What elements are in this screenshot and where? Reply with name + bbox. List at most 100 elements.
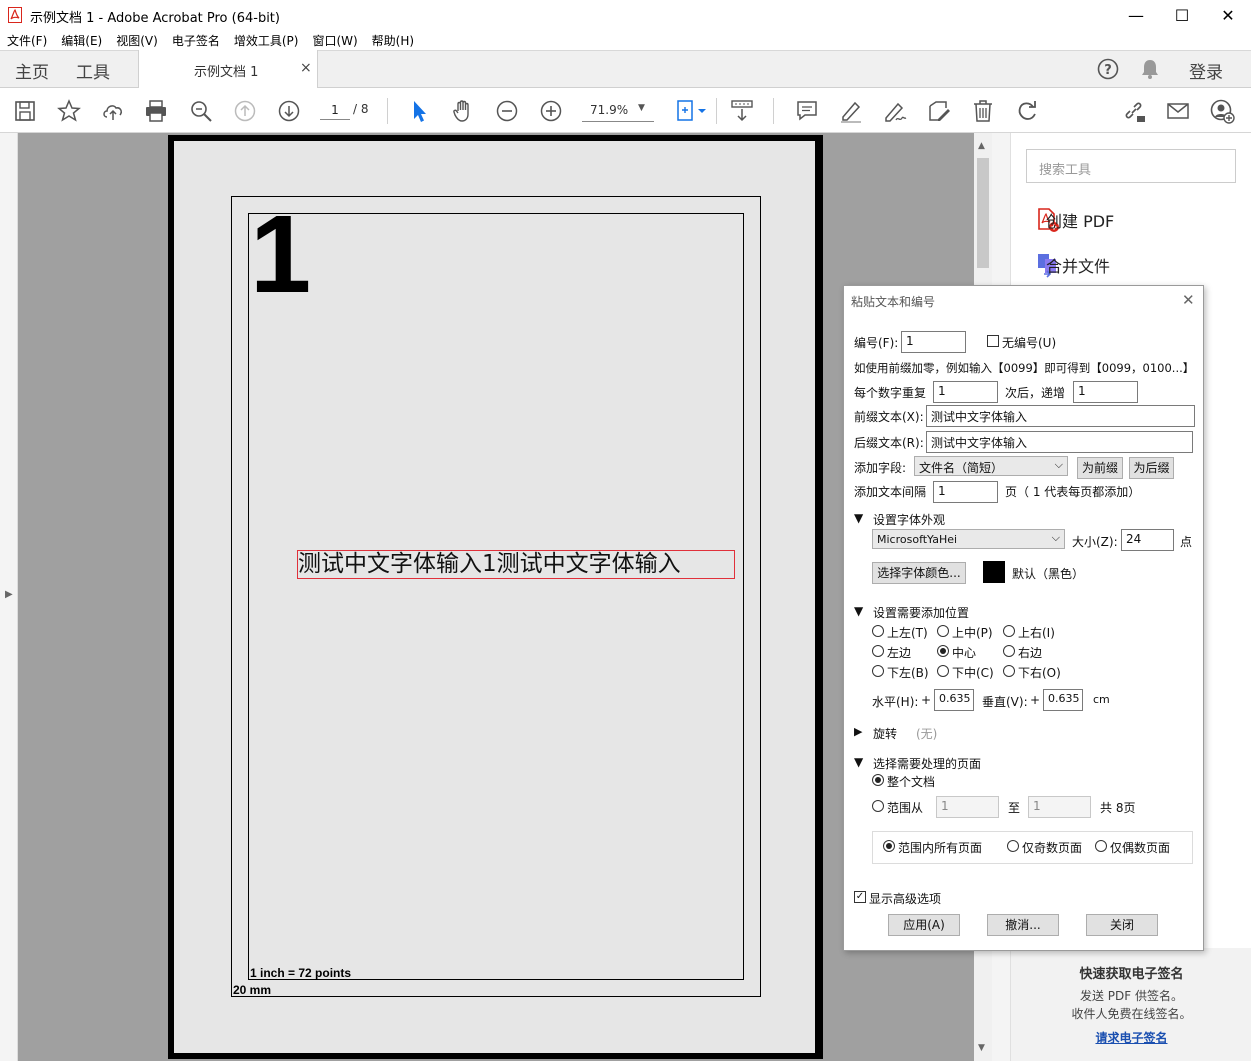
zoom-search-icon[interactable] bbox=[188, 98, 214, 124]
as-prefix-button[interactable]: 为前缀 bbox=[1077, 457, 1123, 479]
font-select[interactable]: MicrosoftYaHei ⌵ bbox=[872, 529, 1065, 549]
expand-triangle-icon[interactable]: ▶ bbox=[854, 725, 862, 738]
bookmark-star-icon[interactable] bbox=[56, 98, 82, 124]
as-suffix-button[interactable]: 为后缀 bbox=[1129, 457, 1174, 479]
create-pdf-tool[interactable]: 创建 PDF bbox=[1036, 206, 1114, 234]
cloud-upload-icon[interactable] bbox=[100, 98, 126, 124]
zoom-level-select[interactable]: 71.9% ▼ bbox=[582, 100, 654, 122]
dialog-close-icon[interactable]: ✕ bbox=[1182, 291, 1195, 309]
select-cursor-icon[interactable] bbox=[406, 98, 432, 124]
zoom-level-value: 71.9% bbox=[590, 103, 629, 117]
horizontal-input[interactable]: 0.635 bbox=[934, 689, 974, 711]
interval-input[interactable]: 1 bbox=[933, 481, 998, 503]
scroll-down-icon[interactable]: ▼ bbox=[978, 1043, 985, 1053]
close-window-button[interactable]: ✕ bbox=[1205, 0, 1251, 30]
search-tools-input[interactable]: 搜索工具 bbox=[1026, 149, 1236, 183]
esign-promo: 快速获取电子签名 发送 PDF 供签名。 收件人免费在线签名。 请求电子签名 bbox=[1011, 948, 1251, 1061]
signature-pen-icon[interactable] bbox=[882, 98, 908, 124]
even-pages-radio[interactable] bbox=[1095, 840, 1107, 852]
prefix-input[interactable]: 测试中文字体输入 bbox=[926, 405, 1195, 427]
range-radio[interactable] bbox=[872, 800, 884, 812]
repeat-input[interactable]: 1 bbox=[933, 381, 998, 403]
range-from-input[interactable]: 1 bbox=[936, 796, 999, 818]
zoom-in-icon[interactable] bbox=[538, 98, 564, 124]
rotate-redo-icon[interactable] bbox=[1014, 98, 1040, 124]
menu-window[interactable]: 窗口(W) bbox=[305, 30, 364, 50]
pos-right-radio[interactable] bbox=[1003, 645, 1015, 657]
no-number-checkbox[interactable] bbox=[987, 335, 999, 347]
tab-tools[interactable]: 工具 bbox=[76, 58, 110, 83]
edit-document-icon[interactable] bbox=[926, 98, 952, 124]
pos-top-left-label: 上左(T) bbox=[887, 626, 928, 640]
apply-button[interactable]: 应用(A) bbox=[888, 914, 960, 936]
bell-icon[interactable] bbox=[1140, 58, 1160, 80]
suffix-input[interactable]: 测试中文字体输入 bbox=[926, 431, 1193, 453]
menu-file[interactable]: 文件(F) bbox=[0, 30, 54, 50]
page-number-input[interactable]: 1 bbox=[320, 100, 350, 120]
scrollbar-thumb[interactable] bbox=[977, 158, 989, 268]
pos-top-right-label: 上右(I) bbox=[1018, 626, 1055, 640]
whole-document-radio[interactable] bbox=[872, 774, 884, 786]
trash-icon[interactable] bbox=[970, 98, 996, 124]
size-input[interactable]: 24 bbox=[1121, 529, 1174, 551]
page-big-number: 1 bbox=[250, 193, 312, 316]
next-page-icon[interactable] bbox=[276, 98, 302, 124]
menu-esign[interactable]: 电子签名 bbox=[165, 30, 227, 50]
advanced-options-checkbox[interactable]: ✓ bbox=[854, 891, 866, 903]
font-color-swatch[interactable] bbox=[983, 561, 1005, 583]
previous-page-icon[interactable] bbox=[232, 98, 258, 124]
scroll-up-icon[interactable]: ▲ bbox=[978, 141, 985, 151]
chevron-down-icon: ⌵ bbox=[1051, 531, 1060, 544]
pasted-text-annotation[interactable]: 测试中文字体输入1测试中文字体输入 bbox=[297, 550, 735, 579]
menu-view[interactable]: 视图(V) bbox=[109, 30, 165, 50]
odd-pages-radio[interactable] bbox=[1007, 840, 1019, 852]
menu-help[interactable]: 帮助(H) bbox=[365, 30, 421, 50]
add-user-icon[interactable] bbox=[1209, 98, 1235, 124]
vertical-input[interactable]: 0.635 bbox=[1043, 689, 1083, 711]
help-icon[interactable]: ? bbox=[1097, 58, 1119, 80]
tab-document[interactable]: 示例文档 1 × bbox=[138, 50, 318, 89]
scroll-mode-icon[interactable] bbox=[729, 98, 755, 124]
maximize-button[interactable]: ☐ bbox=[1159, 0, 1205, 30]
increment-input[interactable]: 1 bbox=[1073, 381, 1138, 403]
all-pages-radio[interactable] bbox=[883, 840, 895, 852]
number-input[interactable]: 1 bbox=[901, 331, 966, 353]
highlight-pen-icon[interactable] bbox=[838, 98, 864, 124]
link-share-icon[interactable] bbox=[1121, 98, 1147, 124]
font-color-button[interactable]: 选择字体颜色... bbox=[872, 562, 966, 584]
close-dialog-button[interactable]: 关闭 bbox=[1086, 914, 1158, 936]
minimize-button[interactable]: — bbox=[1113, 0, 1159, 30]
page-fit-icon[interactable] bbox=[674, 98, 710, 124]
hand-tool-icon[interactable] bbox=[450, 98, 476, 124]
undo-button[interactable]: 撤消... bbox=[987, 914, 1059, 936]
comment-icon[interactable] bbox=[794, 98, 820, 124]
pos-left-radio[interactable] bbox=[872, 645, 884, 657]
collapse-triangle-icon[interactable]: ▼ bbox=[854, 511, 863, 525]
zoom-out-icon[interactable] bbox=[494, 98, 520, 124]
suffix-label: 后缀文本(R): bbox=[854, 436, 924, 450]
pos-center-radio[interactable] bbox=[937, 645, 949, 657]
tab-close-icon[interactable]: × bbox=[300, 60, 312, 76]
pos-top-center-label: 上中(P) bbox=[952, 626, 993, 640]
pos-top-center-radio[interactable] bbox=[937, 625, 949, 637]
combine-files-tool[interactable]: 合并文件 bbox=[1036, 251, 1110, 279]
pos-top-right-radio[interactable] bbox=[1003, 625, 1015, 637]
field-select[interactable]: 文件名（简短） ⌵ bbox=[914, 456, 1068, 476]
print-icon[interactable] bbox=[143, 98, 169, 124]
mail-icon[interactable] bbox=[1165, 98, 1191, 124]
save-icon[interactable] bbox=[12, 98, 38, 124]
pos-bottom-center-radio[interactable] bbox=[937, 665, 949, 677]
login-button[interactable]: 登录 bbox=[1189, 58, 1223, 83]
pos-top-left-radio[interactable] bbox=[872, 625, 884, 637]
page-margin-inner bbox=[248, 213, 744, 980]
expand-panel-icon[interactable]: ▶ bbox=[5, 589, 13, 600]
pos-bottom-left-radio[interactable] bbox=[872, 665, 884, 677]
menu-plugins[interactable]: 增效工具(P) bbox=[227, 30, 306, 50]
range-to-input[interactable]: 1 bbox=[1028, 796, 1091, 818]
collapse-triangle-icon[interactable]: ▼ bbox=[854, 604, 863, 618]
tab-home[interactable]: 主页 bbox=[15, 58, 49, 83]
request-esign-link[interactable]: 请求电子签名 bbox=[1011, 1029, 1251, 1046]
pos-bottom-right-radio[interactable] bbox=[1003, 665, 1015, 677]
menu-edit[interactable]: 编辑(E) bbox=[54, 30, 109, 50]
collapse-triangle-icon[interactable]: ▼ bbox=[854, 755, 863, 769]
